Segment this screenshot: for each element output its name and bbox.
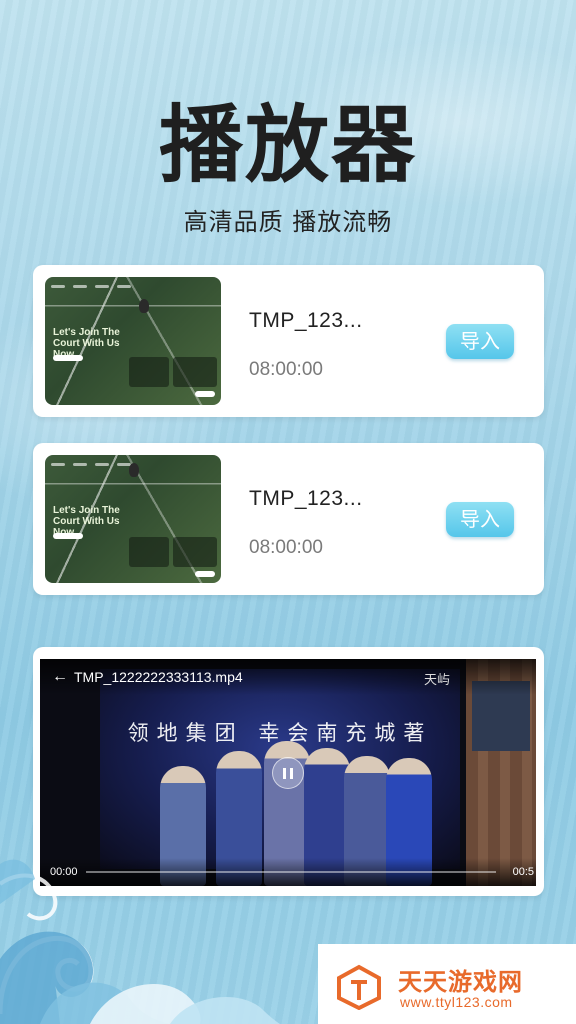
file-duration: 08:00:00 xyxy=(249,359,323,380)
current-time: 00:00 xyxy=(50,866,78,878)
video-thumbnail: Let's Join The Court With Us Now xyxy=(45,455,221,583)
file-duration: 08:00:00 xyxy=(249,537,323,558)
file-name: TMP_123... xyxy=(249,309,363,332)
import-button[interactable]: 导入 xyxy=(446,324,514,359)
page-title: 播放器 xyxy=(158,96,417,194)
video-player[interactable]: 领地集团 幸会南充城著 ← TMP_1222222333113.mp4 天屿 0… xyxy=(40,659,536,886)
watermark: 天天游戏网 www.ttyl123.com xyxy=(318,944,576,1024)
watermark-url: www.ttyl123.com xyxy=(400,994,513,1010)
file-card[interactable]: Let's Join The Court With Us Now TMP_123… xyxy=(33,265,544,417)
video-player-card: 领地集团 幸会南充城著 ← TMP_1222222333113.mp4 天屿 0… xyxy=(33,647,544,896)
pause-icon[interactable] xyxy=(272,757,304,789)
back-arrow-icon[interactable]: ← xyxy=(52,668,68,686)
end-time: 00:5 xyxy=(512,866,534,878)
video-file-title: TMP_1222222333113.mp4 xyxy=(74,669,243,685)
import-button[interactable]: 导入 xyxy=(446,502,514,537)
tennis-player-figure xyxy=(139,299,149,313)
watermark-logo-icon xyxy=(337,964,381,1010)
file-name: TMP_123... xyxy=(249,487,363,510)
watermark-name: 天天游戏网 xyxy=(398,968,523,996)
page-subtitle: 高清品质 播放流畅 xyxy=(183,208,393,236)
video-thumbnail: Let's Join The Court With Us Now xyxy=(45,277,221,405)
file-card[interactable]: Let's Join The Court With Us Now TMP_123… xyxy=(33,443,544,595)
brand-logo-text: 天屿 xyxy=(423,673,450,688)
tennis-player-figure xyxy=(129,463,139,477)
progress-bar[interactable] xyxy=(86,871,496,873)
